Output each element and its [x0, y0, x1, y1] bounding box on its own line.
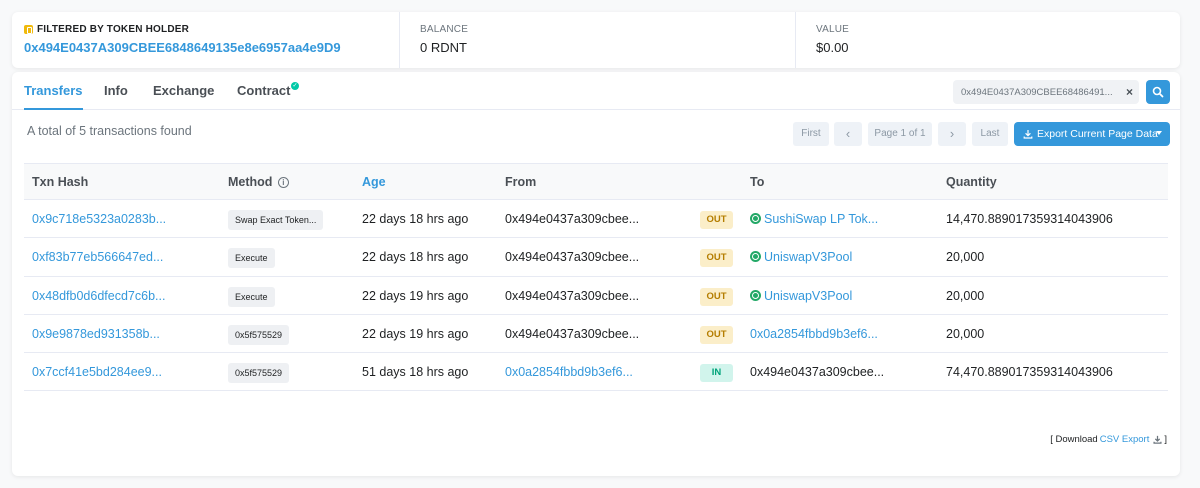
method-badge: Swap Exact Token... [228, 210, 324, 230]
download-icon[interactable] [1153, 435, 1162, 444]
method-badge: Execute [228, 286, 275, 307]
last-page-button[interactable]: Last [972, 122, 1008, 146]
age-cell: 22 days 18 hrs ago [362, 212, 469, 226]
table-body: 0x9c718e5323a0283b... Swap Exact Token...… [24, 200, 1168, 392]
address-search-input[interactable] [953, 80, 1113, 104]
direction-badge: IN [700, 364, 733, 383]
value-column: VALUE $0.00 [795, 12, 1175, 68]
col-quantity: Quantity [946, 175, 997, 189]
clear-search-icon[interactable]: × [1126, 85, 1133, 99]
from-address: 0x494e0437a309cbee... [505, 250, 640, 265]
quantity-cell: 20,000 [946, 288, 985, 303]
col-to: To [750, 175, 765, 189]
balance-column: BALANCE 0 RDNT [399, 12, 794, 68]
search-icon [1152, 86, 1164, 98]
to-address-link[interactable]: UniswapV3Pool [764, 250, 852, 264]
balance-value: 0 RDNT [420, 40, 467, 55]
table-row: 0x7ccf41e5bd284ee9... 0x5f575529 51 days 1… [24, 353, 1168, 392]
download-icon [1023, 130, 1033, 139]
csv-download-line: [ Download CSV Export ] [1050, 434, 1167, 445]
col-txn-hash: Txn Hash [32, 175, 89, 189]
tab-info[interactable]: Info [104, 72, 128, 110]
export-button[interactable]: Export Current Page Data [1014, 122, 1170, 146]
from-address: 0x494e0437a309cbee... [505, 288, 640, 303]
txn-hash-link[interactable]: 0x9e9878ed931358b... [32, 315, 160, 353]
quantity-cell: 20,000 [946, 326, 985, 341]
to-cell: UniswapV3Pool [750, 277, 852, 315]
col-method: Method i [228, 164, 289, 200]
method-badge: Execute [228, 248, 275, 269]
age-cell: 22 days 19 hrs ago [362, 288, 469, 303]
quantity-cell: 20,000 [946, 250, 985, 265]
holder-address-link[interactable]: 0x494E0437A309CBEE6848649135e8e6957aa4e9… [24, 40, 341, 55]
direction-badge: OUT [700, 249, 733, 268]
to-address: 0x494e0437a309cbee... [750, 365, 885, 380]
to-address-link[interactable]: 0x0a2854fbbd9b3ef6... [750, 327, 878, 341]
transfers-card: Transfers Info Exchange Contract ✓ × A t… [12, 72, 1180, 476]
tab-exchange[interactable]: Exchange [153, 72, 214, 110]
search-button[interactable] [1146, 80, 1170, 104]
prev-page-button[interactable]: ‹ [834, 122, 862, 146]
contract-icon [750, 213, 761, 224]
contract-icon [750, 289, 761, 301]
age-cell: 51 days 18 hrs ago [362, 365, 469, 380]
table-row: 0xf83b77eb566647ed... Execute 22 days 18 h… [24, 238, 1168, 277]
transactions-count: A total of 5 transactions found [27, 124, 192, 138]
quantity-cell: 14,470.889017359314043906 [946, 212, 1113, 226]
filter-label: FILTERED BY TOKEN HOLDER [37, 23, 190, 35]
value-amount: $0.00 [816, 40, 849, 55]
table-header: Txn Hash Method i Age From To Quantity [24, 163, 1168, 200]
tab-bar: Transfers Info Exchange Contract ✓ × [12, 72, 1180, 110]
holder-column: FILTERED BY TOKEN HOLDER 0x494E0437A309C… [24, 12, 404, 68]
verified-check-icon: ✓ [291, 82, 299, 90]
from-address: 0x494e0437a309cbee... [505, 212, 640, 226]
value-label: VALUE [816, 23, 850, 35]
txn-hash-link[interactable]: 0xf83b77eb566647ed... [32, 238, 163, 276]
to-cell: 0x0a2854fbbd9b3ef6... [750, 315, 878, 353]
method-badge: 0x5f575529 [228, 324, 290, 345]
col-from: From [505, 175, 537, 189]
token-holder-filter-card: FILTERED BY TOKEN HOLDER 0x494E0437A309C… [12, 12, 1180, 68]
to-cell: UniswapV3Pool [750, 238, 852, 276]
direction-badge: OUT [700, 211, 733, 229]
direction-badge: OUT [700, 287, 733, 306]
to-address-link[interactable]: UniswapV3Pool [764, 289, 852, 303]
from-address: 0x494e0437a309cbee... [505, 326, 640, 341]
to-cell: SushiSwap LP Tok... [750, 200, 878, 238]
table-row: 0x9e9878ed931358b... 0x5f575529 22 days 19… [24, 315, 1168, 354]
col-age[interactable]: Age [362, 164, 386, 200]
tab-transfers[interactable]: Transfers [24, 72, 83, 110]
to-address-link[interactable]: SushiSwap LP Tok... [764, 212, 878, 226]
export-label: Export Current Page Data [1037, 128, 1158, 140]
txn-hash-link[interactable]: 0x7ccf41e5bd284ee9... [32, 353, 162, 391]
age-cell: 22 days 18 hrs ago [362, 250, 469, 265]
table-row: 0x9c718e5323a0283b... Swap Exact Token...… [24, 200, 1168, 239]
page-indicator: Page 1 of 1 [868, 122, 932, 146]
txn-hash-link[interactable]: 0x48dfb0d6dfecd7c6b... [32, 277, 165, 315]
age-cell: 22 days 19 hrs ago [362, 326, 469, 341]
next-page-button[interactable]: › [938, 122, 966, 146]
csv-export-link[interactable]: CSV Export [1100, 434, 1150, 445]
balance-label: BALANCE [420, 23, 469, 35]
search-box: × [953, 80, 1139, 104]
tab-contract[interactable]: Contract [237, 72, 290, 110]
chevron-down-icon [1156, 131, 1162, 135]
quantity-cell: 74,470.889017359314043906 [946, 365, 1113, 380]
table-row: 0x48dfb0d6dfecd7c6b... Execute 22 days 19 … [24, 277, 1168, 315]
contract-icon [750, 251, 761, 263]
from-address-link[interactable]: 0x0a2854fbbd9b3ef6... [505, 353, 633, 391]
transfers-table: Txn Hash Method i Age From To Quantity 0… [24, 163, 1168, 392]
txn-hash-link[interactable]: 0x9c718e5323a0283b... [32, 200, 166, 238]
direction-badge: OUT [700, 325, 733, 344]
to-cell: 0x494e0437a309cbee... [750, 353, 884, 391]
token-holder-icon [24, 24, 33, 34]
method-badge: 0x5f575529 [228, 363, 290, 384]
info-icon[interactable]: i [277, 177, 289, 188]
first-page-button[interactable]: First [793, 122, 829, 146]
